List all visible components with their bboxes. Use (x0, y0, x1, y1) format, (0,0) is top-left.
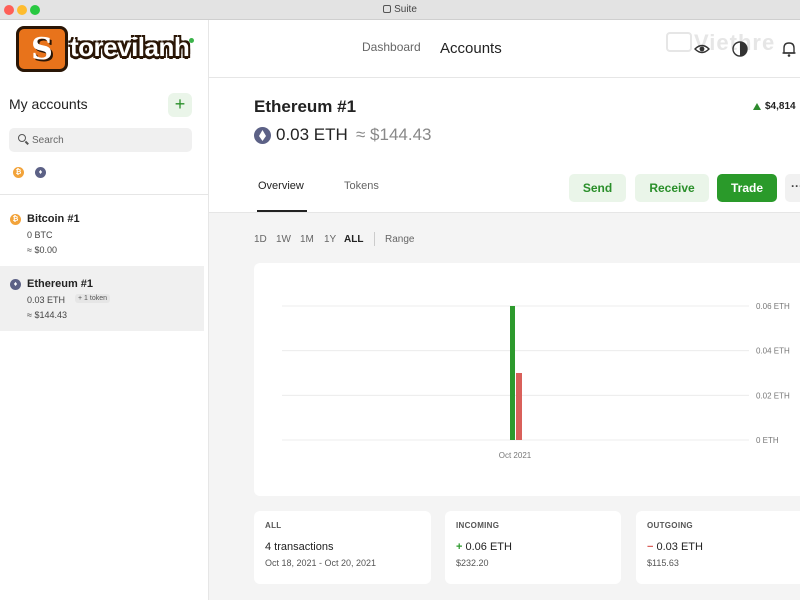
account-header: Ethereum #1 0.03 ETH ≈ $144.43 $4,814 Ov… (209, 78, 800, 213)
account-item-bitcoin[interactable]: ₿ Bitcoin #1 0 BTC ≈ $0.00 (0, 201, 204, 266)
outgoing-sign: − (647, 541, 654, 553)
top-navigation: S torevilanh Dashboard Accounts Viethre (0, 20, 800, 78)
range-all[interactable]: ALL (344, 234, 363, 245)
bitcoin-filter-icon[interactable]: ₿ (13, 167, 24, 178)
bitcoin-icon: ₿ (10, 214, 21, 225)
total-value: $4,814 (765, 101, 796, 112)
watermark-icon (666, 32, 692, 52)
range-divider (374, 232, 375, 246)
tab-tokens[interactable]: Tokens (344, 180, 379, 192)
add-account-button[interactable]: + (168, 93, 192, 117)
range-1y[interactable]: 1Y (324, 234, 336, 245)
more-actions-button[interactable]: ··· (785, 174, 800, 202)
chart-canvas: 0.06 ETH 0.04 ETH 0.02 ETH 0 ETH Oct 2021 (282, 302, 790, 460)
my-accounts-title: My accounts (9, 96, 88, 112)
receive-button[interactable]: Receive (635, 174, 709, 202)
search-input[interactable] (32, 132, 182, 148)
chart-bar-series-2[interactable] (516, 373, 522, 440)
window-titlebar: Suite (0, 0, 800, 20)
outgoing-amount: − 0.03 ETH (647, 541, 703, 553)
search-icon (18, 134, 26, 142)
account-name: Bitcoin #1 (27, 213, 80, 225)
ethereum-icon: ♦ (10, 279, 21, 290)
active-tab-indicator (257, 210, 307, 212)
nav-dashboard[interactable]: Dashboard (362, 40, 421, 54)
stat-label: ALL (265, 521, 282, 530)
outgoing-fiat: $115.63 (647, 558, 679, 568)
stat-label: OUTGOING (647, 521, 693, 530)
range-1m[interactable]: 1M (300, 234, 314, 245)
transaction-count: 4 transactions (265, 541, 334, 553)
stat-card-outgoing: OUTGOING − 0.03 ETH $115.63 (636, 511, 800, 584)
status-dot (189, 38, 194, 43)
logo-letter: S (31, 32, 53, 67)
y-tick-label: 0 ETH (756, 436, 779, 445)
incoming-amount: + 0.06 ETH (456, 541, 512, 553)
incoming-value: 0.06 ETH (465, 541, 512, 553)
incoming-fiat: $232.20 (456, 558, 489, 568)
logo-icon: S (16, 26, 68, 72)
range-1d[interactable]: 1D (254, 234, 267, 245)
transactions-chart: 0.06 ETH 0.04 ETH 0.02 ETH 0 ETH Oct 2021 (254, 263, 800, 496)
range-1w[interactable]: 1W (276, 234, 291, 245)
ethereum-icon (254, 127, 271, 144)
divider (0, 194, 208, 195)
window-title: Suite (0, 4, 800, 15)
stat-label: INCOMING (456, 521, 500, 530)
account-fiat: ≈ $0.00 (27, 245, 57, 255)
account-balance: 0 BTC (27, 230, 53, 240)
token-badge: + 1 token (75, 294, 110, 303)
chart-bar-series-1[interactable] (510, 306, 515, 440)
logo-text: torevilanh (70, 32, 190, 62)
outgoing-value: 0.03 ETH (656, 541, 703, 553)
account-crypto-balance: 0.03 ETH (276, 125, 348, 144)
theme-icon[interactable] (731, 40, 749, 58)
ethereum-filter-icon[interactable]: ♦ (35, 167, 46, 178)
nav-accounts[interactable]: Accounts (440, 40, 502, 57)
account-fiat: ≈ $144.43 (27, 310, 67, 320)
logo: S torevilanh (0, 20, 209, 78)
y-tick-label: 0.04 ETH (756, 347, 790, 356)
sidebar: My accounts + ₿ ♦ ₿ Bitcoin #1 0 BTC ≈ $… (0, 78, 209, 600)
account-item-ethereum[interactable]: ♦ Ethereum #1 0.03 ETH + 1 token ≈ $144.… (0, 266, 204, 331)
stat-card-incoming: INCOMING + 0.06 ETH $232.20 (445, 511, 621, 584)
tab-overview[interactable]: Overview (258, 180, 304, 192)
account-balance: 0.03 ETH (27, 295, 66, 305)
eye-icon[interactable] (693, 40, 711, 58)
stat-card-all: ALL 4 transactions Oct 18, 2021 - Oct 20… (254, 511, 431, 584)
window-title-text: Suite (394, 4, 417, 15)
range-custom[interactable]: Range (385, 234, 414, 245)
watermark: Viethre (666, 30, 775, 56)
arrow-up-icon (753, 103, 761, 110)
app-icon (383, 5, 392, 13)
bell-icon[interactable] (780, 40, 798, 58)
x-tick-label: Oct 2021 (499, 451, 532, 460)
incoming-sign: + (456, 541, 463, 553)
y-tick-label: 0.06 ETH (756, 302, 790, 311)
account-title: Ethereum #1 (254, 97, 357, 116)
account-fiat-balance: ≈ $144.43 (356, 125, 432, 144)
account-name: Ethereum #1 (27, 278, 94, 290)
y-tick-label: 0.02 ETH (756, 391, 790, 400)
send-button[interactable]: Send (569, 174, 626, 202)
date-range: Oct 18, 2021 - Oct 20, 2021 (265, 558, 377, 568)
search-box (9, 128, 192, 152)
trade-button[interactable]: Trade (717, 174, 777, 202)
